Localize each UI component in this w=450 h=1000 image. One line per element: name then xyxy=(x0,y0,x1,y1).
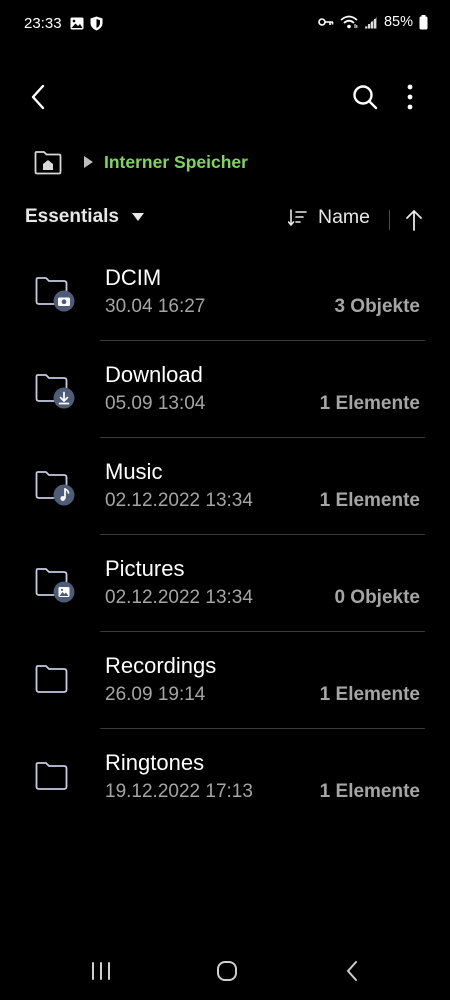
folder-icon xyxy=(34,565,76,603)
folder-count: 0 Objekte xyxy=(334,587,420,608)
folder-icon xyxy=(34,274,76,312)
folder-name: DCIM xyxy=(105,265,162,290)
music-note-icon xyxy=(53,484,75,506)
sort-bar: Essentials Name xyxy=(0,202,450,238)
arrow-up-icon[interactable] xyxy=(404,208,424,232)
battery-percent: 85% xyxy=(383,14,413,30)
dropdown-triangle-icon xyxy=(131,212,145,222)
folder-name: Music xyxy=(105,459,163,484)
folder-date: 26.09 19:14 xyxy=(105,684,206,705)
breadcrumb: Interner Speicher xyxy=(32,144,248,180)
status-bar: 23:33 85% xyxy=(0,0,450,50)
key-icon xyxy=(318,16,334,28)
sort-divider xyxy=(389,210,390,230)
folder-count: 1 Elemente xyxy=(319,490,420,511)
breadcrumb-chevron-icon xyxy=(82,155,94,169)
battery-icon xyxy=(419,14,428,30)
folder-count: 1 Elemente xyxy=(319,393,420,414)
folder-name: Download xyxy=(105,362,203,387)
recents-icon[interactable] xyxy=(90,960,112,982)
folder-icon xyxy=(34,662,76,700)
folder-count: 1 Elemente xyxy=(319,684,420,705)
image-icon xyxy=(70,17,84,30)
search-icon[interactable] xyxy=(350,82,380,112)
sort-by-button[interactable]: Name xyxy=(288,206,370,229)
folder-date: 02.12.2022 13:34 xyxy=(105,490,253,511)
sort-lines-icon xyxy=(288,208,308,228)
folder-row-ringtones[interactable]: Ringtones 19.12.2022 17:13 1 Elemente xyxy=(0,729,450,826)
camera-icon xyxy=(53,290,75,312)
shield-icon xyxy=(90,16,103,31)
status-time: 23:33 xyxy=(24,15,62,32)
folder-row-recordings[interactable]: Recordings 26.09 19:14 1 Elemente xyxy=(0,632,450,729)
folder-date: 05.09 13:04 xyxy=(105,393,206,414)
navigation-bar xyxy=(0,948,450,996)
folder-name: Recordings xyxy=(105,653,217,678)
folder-name: Ringtones xyxy=(105,750,205,775)
home-circle-icon[interactable] xyxy=(215,959,239,983)
folder-name: Pictures xyxy=(105,556,185,581)
more-vertical-icon[interactable] xyxy=(398,82,422,112)
folder-icon xyxy=(34,759,76,797)
folder-row-download[interactable]: Download 05.09 13:04 1 Elemente xyxy=(0,341,450,438)
home-icon[interactable] xyxy=(32,146,64,178)
signal-icon xyxy=(364,16,378,29)
folder-date: 02.12.2022 13:34 xyxy=(105,587,253,608)
breadcrumb-location[interactable]: Interner Speicher xyxy=(104,152,248,173)
nav-back-icon[interactable] xyxy=(344,959,360,983)
folder-row-music[interactable]: Music 02.12.2022 13:34 1 Elemente xyxy=(0,438,450,535)
wifi-icon xyxy=(340,15,358,29)
folder-icon xyxy=(34,371,76,409)
folder-count: 1 Elemente xyxy=(319,781,420,802)
download-icon xyxy=(53,387,75,409)
file-list: DCIM 30.04 16:27 3 Objekte Download 05.0… xyxy=(0,244,450,826)
app-bar xyxy=(0,70,450,126)
folder-row-dcim[interactable]: DCIM 30.04 16:27 3 Objekte xyxy=(0,244,450,341)
folder-icon xyxy=(34,468,76,506)
folder-date: 19.12.2022 17:13 xyxy=(105,781,253,802)
back-arrow-icon[interactable] xyxy=(24,82,54,112)
folder-row-pictures[interactable]: Pictures 02.12.2022 13:34 0 Objekte xyxy=(0,535,450,632)
image-icon xyxy=(53,581,75,603)
filter-label: Essentials xyxy=(25,206,119,227)
folder-count: 3 Objekte xyxy=(334,296,420,317)
folder-date: 30.04 16:27 xyxy=(105,296,206,317)
sort-label: Name xyxy=(318,206,371,228)
filter-dropdown[interactable]: Essentials xyxy=(25,206,145,228)
